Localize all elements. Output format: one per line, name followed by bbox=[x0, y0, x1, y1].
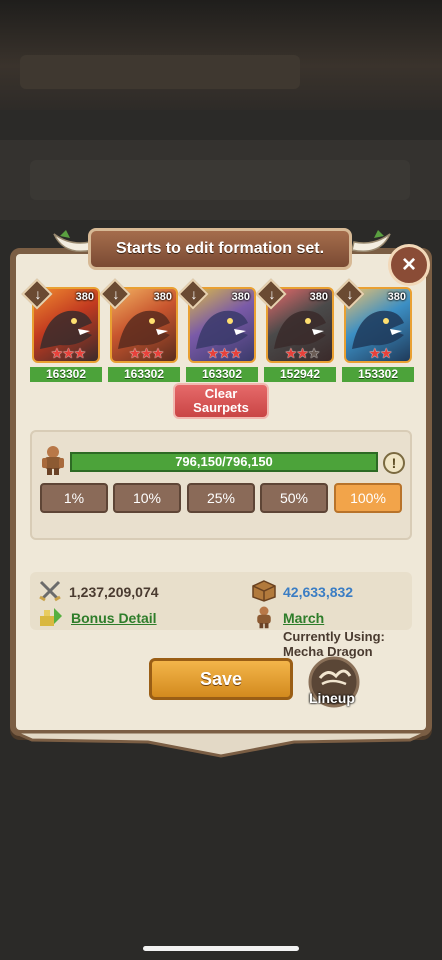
star-icon: ★ bbox=[284, 345, 298, 361]
crossed-swords-icon bbox=[39, 580, 61, 602]
panel-bottom-edge bbox=[14, 732, 428, 758]
star-icon: ★ bbox=[73, 345, 87, 361]
warning-icon[interactable]: ! bbox=[383, 452, 405, 474]
percent-button[interactable]: 25% bbox=[187, 483, 255, 513]
bonus-icon bbox=[40, 608, 62, 626]
star-icon: ★ bbox=[296, 345, 309, 361]
dino-level: 380 bbox=[231, 291, 250, 303]
dino-stars: ★★★ bbox=[34, 345, 98, 361]
dino-stars: ★★★ bbox=[268, 345, 332, 361]
close-button[interactable]: × bbox=[388, 244, 430, 286]
down-arrow-icon: ↓ bbox=[346, 286, 354, 302]
bonus-detail-link[interactable]: Bonus Detail bbox=[71, 610, 157, 626]
dino-stars: ★★★ bbox=[190, 345, 254, 361]
star-icon: ★ bbox=[206, 345, 220, 361]
supply-value: 42,633,832 bbox=[283, 584, 354, 600]
star-icon: ★ bbox=[151, 345, 165, 361]
down-arrow-icon: ↓ bbox=[34, 286, 42, 302]
star-icon: ★ bbox=[380, 345, 393, 361]
dino-power: 163302 bbox=[108, 367, 180, 382]
background-bar bbox=[20, 55, 300, 89]
star-icon: ★ bbox=[62, 345, 75, 361]
save-button[interactable]: Save bbox=[149, 658, 293, 700]
star-icon: ★ bbox=[368, 345, 381, 361]
dino-level: 380 bbox=[75, 291, 94, 303]
star-icon: ★ bbox=[128, 345, 142, 361]
background-panel bbox=[30, 160, 410, 200]
title-banner: Starts to edit formation set. bbox=[88, 228, 352, 270]
star-icon: ★ bbox=[50, 345, 64, 361]
star-icon: ★ bbox=[307, 345, 321, 361]
percent-button[interactable]: 100% bbox=[334, 483, 402, 513]
percent-button[interactable]: 50% bbox=[260, 483, 328, 513]
troop-count-bar: 796,150/796,150 bbox=[70, 452, 378, 472]
clear-label-line2: Saurpets bbox=[193, 400, 249, 415]
down-arrow-icon: ↓ bbox=[190, 286, 198, 302]
supply-crate-icon bbox=[252, 580, 276, 602]
dino-level: 380 bbox=[309, 291, 328, 303]
soldier-icon bbox=[42, 446, 64, 475]
horn-decoration-right bbox=[351, 230, 391, 252]
clear-saurpets-button[interactable]: Clear Saurpets bbox=[173, 383, 269, 419]
dino-stars: ★★ bbox=[346, 345, 410, 361]
star-icon: ★ bbox=[218, 345, 231, 361]
down-arrow-icon: ↓ bbox=[112, 286, 120, 302]
dino-power: 163302 bbox=[30, 367, 102, 382]
power-value: 1,237,209,074 bbox=[69, 584, 159, 600]
lineup-label[interactable]: Lineup bbox=[309, 690, 355, 706]
home-indicator[interactable] bbox=[143, 946, 299, 951]
star-icon: ★ bbox=[140, 345, 153, 361]
close-icon: × bbox=[401, 251, 416, 278]
march-soldier-icon bbox=[257, 606, 271, 629]
star-icon: ★ bbox=[229, 345, 243, 361]
dino-power: 163302 bbox=[186, 367, 258, 382]
dino-power: 153302 bbox=[342, 367, 414, 382]
percent-button[interactable]: 10% bbox=[113, 483, 181, 513]
dino-stars: ★★★ bbox=[112, 345, 176, 361]
dino-power: 152942 bbox=[264, 367, 336, 382]
percent-button[interactable]: 1% bbox=[40, 483, 108, 513]
march-link[interactable]: March bbox=[283, 610, 324, 626]
clear-label-line1: Clear bbox=[204, 386, 238, 401]
dino-level: 380 bbox=[387, 291, 406, 303]
down-arrow-icon: ↓ bbox=[268, 286, 276, 302]
currently-using-label: Currently Using: bbox=[283, 629, 385, 644]
dino-level: 380 bbox=[153, 291, 172, 303]
